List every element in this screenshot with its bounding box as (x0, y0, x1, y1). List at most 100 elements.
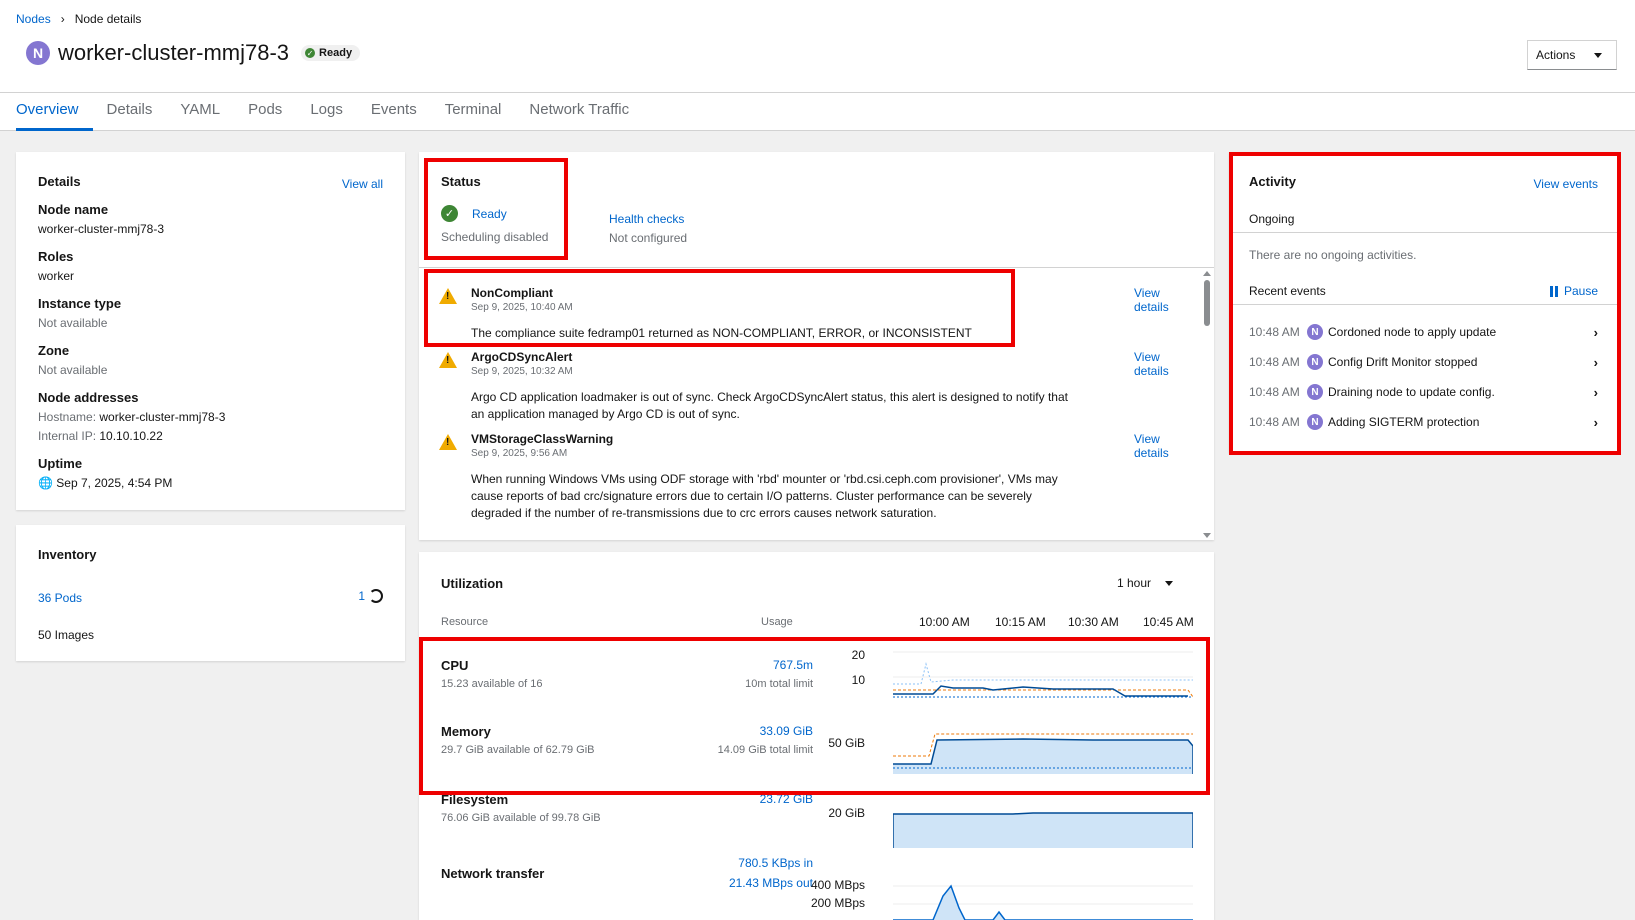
filesystem-label: Filesystem (441, 792, 509, 807)
time-range-dropdown[interactable]: 1 hour (1117, 576, 1174, 590)
warning-triangle-icon (439, 352, 457, 368)
chevron-right-icon[interactable]: › (1594, 355, 1598, 370)
zone-value: Not available (38, 363, 108, 377)
roles-label: Roles (38, 249, 74, 264)
zone-label: Zone (38, 343, 70, 358)
time-tick-label: 10:30 AM (1068, 615, 1119, 629)
check-circle-icon: ✓ (441, 205, 458, 222)
pods-pending-count[interactable]: 1 (358, 589, 383, 603)
filesystem-usage-link[interactable]: 23.72 GiB (760, 792, 813, 806)
scheduling-status: Scheduling disabled (441, 230, 549, 244)
node-addresses-label: Node addresses (38, 390, 139, 405)
tab-bar: Overview Details YAML Pods Logs Events T… (0, 92, 1635, 131)
time-tick-label: 10:15 AM (995, 615, 1046, 629)
filesystem-sparkline[interactable] (893, 810, 1193, 850)
tab-yaml[interactable]: YAML (166, 93, 234, 131)
alert-view-details-link[interactable]: View details (1134, 432, 1179, 460)
divider (1229, 304, 1618, 305)
status-badge-label: Ready (319, 47, 353, 59)
memory-sparkline[interactable] (893, 728, 1193, 778)
network-axis-label: 400 MBps (810, 878, 865, 892)
health-checks-link[interactable]: Health checks (609, 212, 684, 226)
cpu-usage-link[interactable]: 767.5m (773, 658, 813, 672)
tab-events[interactable]: Events (357, 93, 431, 131)
alert-name: VMStorageClassWarning (471, 432, 614, 446)
cpu-row: CPU 15.23 available of 16 767.5m 10m tot… (441, 658, 813, 690)
breadcrumb-nodes-link[interactable]: Nodes (16, 12, 51, 26)
details-view-all-link[interactable]: View all (342, 177, 383, 191)
tab-terminal[interactable]: Terminal (431, 93, 516, 131)
event-item[interactable]: 10:48 AM N Draining node to update confi… (1249, 382, 1598, 402)
event-item[interactable]: 10:48 AM N Adding SIGTERM protection › (1249, 412, 1598, 432)
details-card: Details View all Node name worker-cluste… (16, 152, 405, 510)
filesystem-axis-label: 20 GiB (828, 806, 865, 820)
status-section: Status ✓ Ready Scheduling disabled (441, 174, 548, 244)
alert-name: ArgoCDSyncAlert (471, 350, 573, 364)
uptime-row: 🌐 Sep 7, 2025, 4:54 PM (38, 476, 173, 490)
event-item[interactable]: 10:48 AM N Config Drift Monitor stopped … (1249, 352, 1598, 372)
alert-time: Sep 9, 2025, 10:40 AM (471, 302, 573, 313)
time-tick-label: 10:00 AM (919, 615, 970, 629)
internal-ip-row: Internal IP: 10.10.10.22 (38, 429, 163, 443)
breadcrumb-current: Node details (74, 12, 142, 26)
inventory-pods-link[interactable]: 36 Pods (38, 591, 82, 605)
status-ready-link[interactable]: Ready (472, 207, 507, 221)
tab-details[interactable]: Details (93, 93, 167, 131)
cpu-limit: 10m total limit (745, 678, 813, 690)
tab-logs[interactable]: Logs (296, 93, 357, 131)
memory-axis-label: 50 GiB (828, 736, 865, 750)
activity-card: Activity View events Ongoing There are n… (1229, 152, 1618, 453)
alert-time: Sep 9, 2025, 9:56 AM (471, 448, 568, 459)
instance-type-label: Instance type (38, 296, 122, 311)
network-row: Network transfer 780.5 KBps in 21.43 MBp… (441, 856, 813, 890)
alert-view-details-link[interactable]: View details (1134, 286, 1179, 314)
node-name-label: Node name (38, 202, 109, 217)
scroll-down-icon[interactable] (1203, 533, 1211, 538)
details-title: Details (38, 174, 81, 189)
pause-button[interactable]: Pause (1549, 284, 1598, 298)
alert-view-details-link[interactable]: View details (1134, 350, 1179, 378)
divider (1229, 232, 1618, 233)
health-checks: Health checks Not configured (609, 212, 687, 245)
instance-type-value: Not available (38, 316, 108, 330)
caret-down-icon (1594, 52, 1602, 58)
tab-pods[interactable]: Pods (234, 93, 296, 131)
memory-limit: 14.09 GiB total limit (717, 744, 813, 756)
view-events-link[interactable]: View events (1534, 177, 1598, 191)
tab-overview[interactable]: Overview (16, 93, 93, 131)
node-badge-icon: N (1307, 414, 1323, 430)
alert-description: Argo CD application loadmaker is out of … (471, 390, 1068, 421)
alert-description: When running Windows VMs using ODF stora… (471, 472, 1058, 520)
network-sparkline[interactable] (893, 878, 1193, 920)
inventory-images: 50 Images (38, 628, 95, 642)
chevron-right-icon[interactable]: › (1594, 325, 1598, 340)
tab-network-traffic[interactable]: Network Traffic (515, 93, 643, 131)
warning-triangle-icon (439, 434, 457, 450)
memory-usage-link[interactable]: 33.09 GiB (760, 724, 813, 738)
chevron-right-icon[interactable]: › (1594, 415, 1598, 430)
event-item[interactable]: 10:48 AM N Cordoned node to apply update… (1249, 322, 1598, 342)
caret-down-icon (1165, 580, 1174, 586)
node-badge-icon: N (1307, 324, 1323, 340)
usage-column-header: Usage (761, 616, 793, 628)
filesystem-row: Filesystem 76.06 GiB available of 99.78 … (441, 792, 813, 824)
check-circle-icon: ✓ (305, 48, 316, 58)
scroll-thumb[interactable] (1204, 280, 1210, 326)
time-tick-label: 10:45 AM (1143, 615, 1194, 629)
alerts-list: NonCompliant Sep 9, 2025, 10:40 AM The c… (419, 267, 1214, 540)
health-checks-status: Not configured (609, 231, 688, 245)
no-ongoing-message: There are no ongoing activities. (1249, 248, 1417, 262)
actions-dropdown[interactable]: Actions (1527, 40, 1617, 70)
chevron-right-icon: › (60, 12, 65, 26)
network-in-link[interactable]: 780.5 KBps in (738, 856, 813, 870)
chevron-right-icon[interactable]: › (1594, 385, 1598, 400)
alerts-scrollbar[interactable] (1200, 268, 1214, 540)
cpu-sparkline[interactable] (893, 650, 1193, 700)
pause-icon (1549, 285, 1558, 297)
scroll-up-icon[interactable] (1203, 271, 1211, 276)
actions-label: Actions (1536, 48, 1576, 62)
alert-name: NonCompliant (471, 286, 553, 300)
roles-value: worker (38, 269, 75, 283)
node-resource-badge: N (26, 41, 50, 65)
utilization-title: Utilization (441, 576, 504, 591)
